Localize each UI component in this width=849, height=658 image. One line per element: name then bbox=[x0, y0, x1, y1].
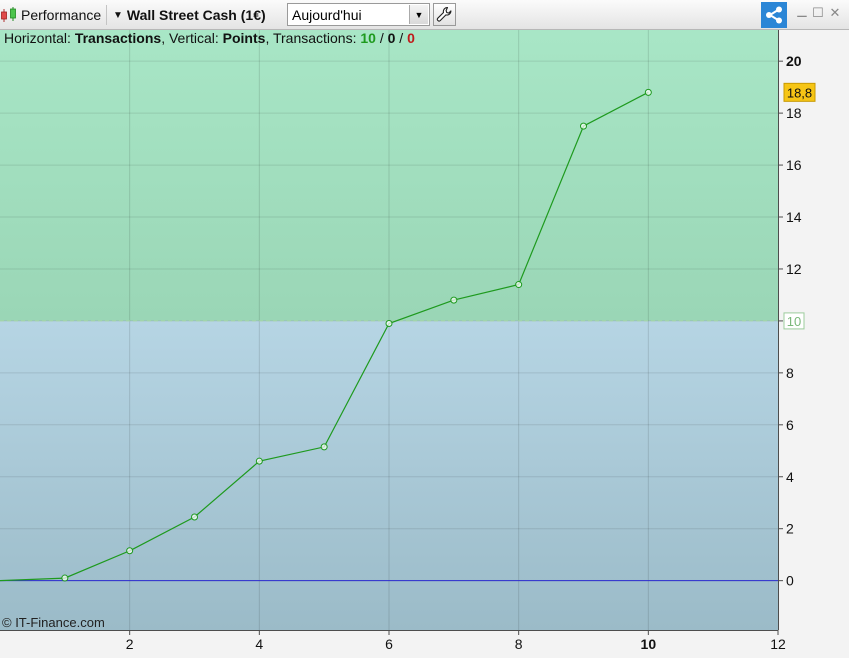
transactions-separator: / bbox=[395, 30, 407, 46]
x-tick-label: 4 bbox=[255, 636, 263, 652]
data-point bbox=[126, 547, 134, 555]
toolbar-separator bbox=[106, 5, 107, 25]
maximize-icon: ☐ bbox=[812, 5, 824, 20]
toolbar: Performance ▼ Wall Street Cash (1€) Aujo… bbox=[0, 0, 849, 30]
chart-header: Horizontal: Transactions, Vertical: Poin… bbox=[4, 30, 415, 46]
transactions-label: , Transactions: bbox=[265, 30, 360, 46]
transactions-loss: 0 bbox=[407, 30, 415, 46]
caret-down-icon: ▼ bbox=[113, 9, 123, 21]
data-point bbox=[580, 122, 587, 130]
data-point bbox=[320, 443, 328, 451]
performance-chart[interactable]: 0 2 4 6 8 12 14 16 18 20 2 4 6 8 10 12 10 18,8 Horizon… bbox=[0, 30, 849, 658]
horizontal-value: Transactions bbox=[75, 30, 162, 46]
x-tick-label: 8 bbox=[515, 636, 523, 652]
chevron-down-icon[interactable]: ▼ bbox=[409, 5, 428, 24]
y-tick-label: 14 bbox=[786, 209, 802, 225]
transactions-separator: / bbox=[376, 30, 388, 46]
y-tick-label: 18 bbox=[786, 105, 802, 121]
current-value-badge: 18,8 bbox=[783, 82, 816, 102]
x-tick-label: 12 bbox=[770, 636, 786, 652]
current-badge-text: 18,8 bbox=[787, 85, 812, 100]
candlestick-icon bbox=[1, 7, 16, 22]
data-point bbox=[61, 574, 69, 582]
y-tick-label: 4 bbox=[786, 469, 794, 485]
close-button[interactable]: ✕ bbox=[828, 6, 842, 20]
x-tick-label: 2 bbox=[126, 636, 134, 652]
transactions-neutral: 0 bbox=[388, 30, 396, 46]
minimize-button[interactable]: ⚊ bbox=[795, 6, 809, 20]
data-point bbox=[385, 320, 393, 328]
y-tick-label: 0 bbox=[786, 573, 794, 589]
data-point bbox=[515, 281, 523, 289]
y-tick-label: 6 bbox=[786, 417, 794, 433]
data-point bbox=[450, 296, 458, 304]
horizontal-label: Horizontal: bbox=[4, 30, 75, 46]
watermark: © IT-Finance.com bbox=[2, 615, 105, 630]
y-tick-label: 20 bbox=[786, 53, 802, 69]
performance-button[interactable]: Performance bbox=[0, 0, 101, 30]
vertical-value: Points bbox=[223, 30, 266, 46]
close-icon: ✕ bbox=[829, 5, 841, 20]
y-tick-label: 12 bbox=[786, 261, 802, 277]
share-icon bbox=[766, 6, 782, 24]
instrument-selector[interactable]: ▼ Wall Street Cash (1€) bbox=[113, 0, 266, 30]
x-tick-label: 10 bbox=[641, 636, 657, 652]
settings-button[interactable] bbox=[433, 3, 456, 26]
instrument-label: Wall Street Cash (1€) bbox=[126, 7, 266, 23]
performance-label: Performance bbox=[21, 7, 102, 23]
data-point bbox=[644, 88, 652, 96]
x-tick-label: 6 bbox=[385, 636, 393, 652]
vertical-label: , Vertical: bbox=[161, 30, 222, 46]
transactions-win: 10 bbox=[360, 30, 376, 46]
maximize-button[interactable]: ☐ bbox=[811, 6, 825, 20]
reference-label: 10 bbox=[783, 312, 805, 330]
y-tick-label: 8 bbox=[786, 365, 794, 381]
data-point bbox=[255, 457, 263, 465]
share-button[interactable] bbox=[761, 2, 787, 28]
y-tick-label: 16 bbox=[786, 157, 802, 173]
reference-badge-text: 10 bbox=[787, 314, 801, 329]
period-value: Aujourd'hui bbox=[292, 6, 362, 23]
period-dropdown[interactable]: Aujourd'hui ▼ bbox=[287, 3, 430, 26]
wrench-icon bbox=[436, 6, 452, 22]
data-point bbox=[191, 513, 198, 521]
minimize-icon: ⚊ bbox=[796, 5, 808, 20]
y-axis-panel bbox=[779, 30, 849, 658]
y-tick-label: 2 bbox=[786, 521, 794, 537]
